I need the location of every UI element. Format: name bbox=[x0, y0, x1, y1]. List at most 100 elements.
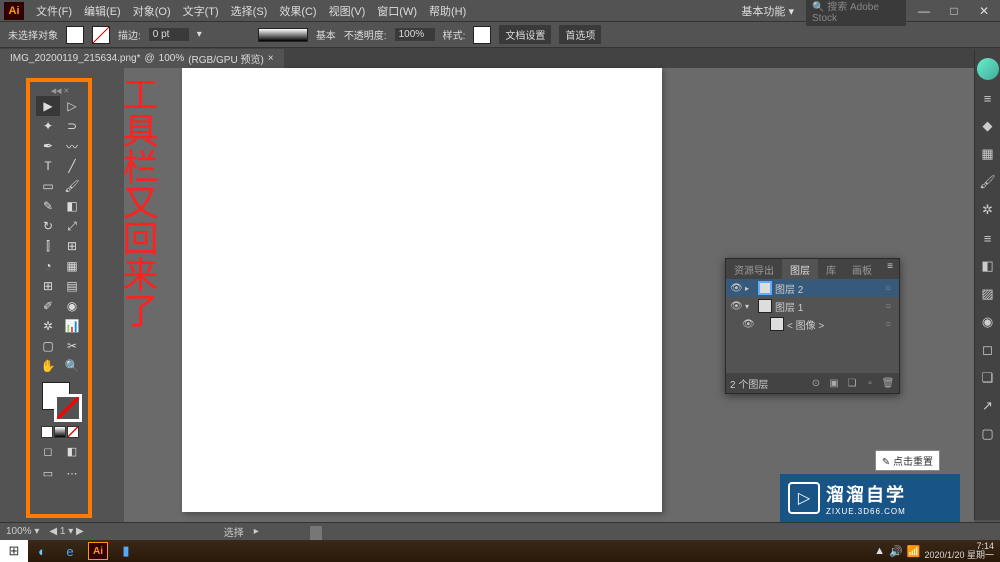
swatches-icon[interactable]: ▦ bbox=[978, 144, 998, 164]
taskbar-ai-icon[interactable]: Ai bbox=[84, 540, 112, 562]
type-tool[interactable]: T bbox=[36, 156, 60, 176]
clip-mask-icon[interactable]: ▣ bbox=[827, 378, 841, 389]
layer-name-label[interactable]: < 图像 > bbox=[787, 317, 882, 332]
menu-object[interactable]: 对象(O) bbox=[127, 3, 177, 19]
tab-asset-export[interactable]: 资源导出 bbox=[726, 259, 782, 279]
brush-preview[interactable] bbox=[258, 28, 308, 42]
appearance-icon[interactable]: ◉ bbox=[978, 312, 998, 332]
expand-icon[interactable]: ▾ bbox=[745, 302, 755, 311]
scale-tool[interactable]: ⤢ bbox=[60, 216, 84, 236]
pen-tool[interactable]: ✒ bbox=[36, 136, 60, 156]
target-icon[interactable]: ○ bbox=[885, 283, 895, 294]
lasso-tool[interactable]: ⊃ bbox=[60, 116, 84, 136]
close-button[interactable]: ✕ bbox=[972, 4, 996, 18]
draw-normal-button[interactable]: ◻ bbox=[36, 442, 60, 460]
menu-window[interactable]: 窗口(W) bbox=[371, 3, 423, 19]
visibility-icon[interactable]: 👁 bbox=[730, 283, 742, 294]
direct-selection-tool[interactable]: ▷ bbox=[60, 96, 84, 116]
target-icon[interactable]: ○ bbox=[885, 319, 895, 330]
width-tool[interactable]: ⫿ bbox=[36, 236, 60, 256]
layer-name-label[interactable]: 图层 1 bbox=[775, 299, 882, 314]
shape-builder-tool[interactable]: ◔ bbox=[36, 256, 60, 276]
menu-select[interactable]: 选择(S) bbox=[225, 3, 274, 19]
brushes-icon[interactable]: 🖌 bbox=[978, 172, 998, 192]
opacity-input[interactable]: 100% bbox=[395, 28, 435, 41]
edit-toolbar-button[interactable]: ⋯ bbox=[60, 464, 84, 482]
close-icon[interactable]: × bbox=[268, 53, 274, 64]
taskbar-clock[interactable]: 7:14 2020/1/20 星期一 bbox=[924, 542, 994, 560]
color-icon[interactable]: ◆ bbox=[978, 116, 998, 136]
magic-wand-tool[interactable]: ✦ bbox=[36, 116, 60, 136]
basic-label[interactable]: 基本 bbox=[316, 27, 336, 42]
layers-icon[interactable]: ❏ bbox=[978, 368, 998, 388]
layer-row[interactable]: 👁 ▾ 图层 1 ○ bbox=[726, 297, 899, 315]
layer-thumbnail[interactable] bbox=[758, 281, 772, 295]
none-mode-button[interactable] bbox=[67, 426, 79, 438]
rotate-tool[interactable]: ↻ bbox=[36, 216, 60, 236]
workspace-selector[interactable]: 基本功能 ▾ bbox=[735, 1, 800, 21]
maximize-button[interactable]: □ bbox=[942, 4, 966, 18]
new-sublayer-icon[interactable]: ❏ bbox=[845, 378, 859, 389]
menu-edit[interactable]: 编辑(E) bbox=[78, 3, 127, 19]
menu-file[interactable]: 文件(F) bbox=[30, 3, 78, 19]
menu-help[interactable]: 帮助(H) bbox=[423, 3, 472, 19]
artboards-icon[interactable]: ▢ bbox=[978, 424, 998, 444]
tray-icon[interactable]: 🔊 bbox=[889, 545, 903, 558]
menu-view[interactable]: 视图(V) bbox=[323, 3, 372, 19]
tray-icon[interactable]: ▲ bbox=[874, 545, 885, 557]
menu-effect[interactable]: 效果(C) bbox=[273, 3, 322, 19]
transparency-icon[interactable]: ▨ bbox=[978, 284, 998, 304]
line-tool[interactable]: ╱ bbox=[60, 156, 84, 176]
graphic-styles-icon[interactable]: ◻ bbox=[978, 340, 998, 360]
horizontal-scrollbar-thumb[interactable] bbox=[310, 526, 322, 540]
stroke-color-indicator[interactable] bbox=[54, 394, 82, 422]
zoom-level[interactable]: 100% ▾ bbox=[6, 526, 39, 537]
menu-type[interactable]: 文字(T) bbox=[177, 3, 225, 19]
brush-tool[interactable]: 🖌 bbox=[60, 176, 84, 196]
stroke-swatch[interactable] bbox=[92, 26, 110, 44]
toolbox-handle[interactable]: ◀◀ ✕ bbox=[36, 86, 84, 96]
shaper-tool[interactable]: ✎ bbox=[36, 196, 60, 216]
asset-export-icon[interactable]: ↗ bbox=[978, 396, 998, 416]
expand-icon[interactable]: ▸ bbox=[745, 284, 755, 293]
artboard-tool[interactable]: ▢ bbox=[36, 336, 60, 356]
symbols-icon[interactable]: ✲ bbox=[978, 200, 998, 220]
gradient-tool[interactable]: ▤ bbox=[60, 276, 84, 296]
eraser-tool[interactable]: ◧ bbox=[60, 196, 84, 216]
minimize-button[interactable]: — bbox=[912, 4, 936, 18]
gradient-mode-button[interactable] bbox=[54, 426, 66, 438]
selection-tool[interactable]: ▶ bbox=[36, 96, 60, 116]
fill-swatch[interactable] bbox=[66, 26, 84, 44]
hand-tool[interactable]: ✋ bbox=[36, 356, 60, 376]
taskbar-app-icon[interactable]: ▮ bbox=[112, 540, 140, 562]
tray-icon[interactable]: 📶 bbox=[907, 545, 921, 558]
taskbar-edge-icon[interactable]: e bbox=[56, 540, 84, 562]
style-swatch[interactable] bbox=[473, 26, 491, 44]
rectangle-tool[interactable]: ▭ bbox=[36, 176, 60, 196]
layer-thumbnail[interactable] bbox=[758, 299, 772, 313]
column-graph-tool[interactable]: 📊 bbox=[60, 316, 84, 336]
tab-libraries[interactable]: 库 bbox=[818, 259, 844, 279]
color-mode-button[interactable] bbox=[41, 426, 53, 438]
target-icon[interactable]: ○ bbox=[885, 301, 895, 312]
free-transform-tool[interactable]: ⊞ bbox=[60, 236, 84, 256]
layer-row[interactable]: 👁 < 图像 > ○ bbox=[726, 315, 899, 333]
screen-mode-button[interactable]: ▭ bbox=[36, 464, 60, 482]
visibility-icon[interactable]: 👁 bbox=[730, 301, 742, 312]
artboard[interactable] bbox=[182, 68, 662, 512]
taskbar-browser-icon[interactable]: ◐ bbox=[28, 540, 56, 562]
layer-thumbnail[interactable] bbox=[770, 317, 784, 331]
stroke-icon[interactable]: ≡ bbox=[978, 228, 998, 248]
gradient-icon[interactable]: ◧ bbox=[978, 256, 998, 276]
start-button[interactable]: ⊞ bbox=[0, 540, 28, 562]
new-layer-icon[interactable]: ▫ bbox=[863, 378, 877, 389]
tab-layers[interactable]: 图层 bbox=[782, 259, 818, 279]
mesh-tool[interactable]: ⊞ bbox=[36, 276, 60, 296]
document-tab[interactable]: IMG_20200119_215634.png* @ 100% (RGB/GPU… bbox=[0, 49, 284, 68]
prefs-button[interactable]: 首选项 bbox=[559, 25, 601, 44]
zoom-tool[interactable]: 🔍 bbox=[60, 356, 84, 376]
properties-icon[interactable]: ≡ bbox=[978, 88, 998, 108]
artboard-nav[interactable]: ◀ 1 ▾ ▶ bbox=[49, 526, 83, 537]
tab-artboards[interactable]: 画板 bbox=[844, 259, 880, 279]
locate-icon[interactable]: ⊙ bbox=[809, 378, 823, 389]
